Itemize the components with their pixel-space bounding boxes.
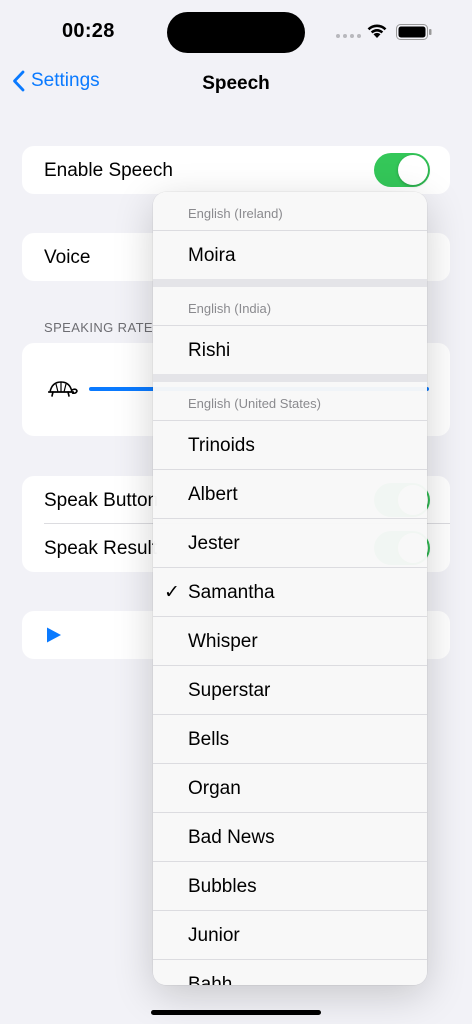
menu-group-separator: [153, 279, 427, 287]
menu-section-header: English (United States): [153, 382, 427, 421]
menu-item-bahh[interactable]: Bahh: [153, 960, 427, 985]
menu-group-separator: [153, 374, 427, 382]
enable-speech-row: Enable Speech: [22, 146, 450, 194]
cellular-signal-icon: [336, 34, 361, 38]
menu-section-header: English (India): [153, 287, 427, 326]
status-bar: 00:28: [0, 0, 472, 64]
speak-result-label: Speak Result: [44, 538, 158, 559]
enable-speech-label: Enable Speech: [44, 160, 173, 181]
menu-item-moira[interactable]: Moira: [153, 231, 427, 279]
menu-item-samantha[interactable]: ✓ Samantha: [153, 568, 427, 617]
menu-section-header: English (Ireland): [153, 192, 427, 231]
menu-item-organ[interactable]: Organ: [153, 764, 427, 813]
menu-item-rishi[interactable]: Rishi: [153, 326, 427, 374]
voice-label: Voice: [44, 247, 91, 268]
speak-button-label: Speak Button: [44, 490, 159, 511]
menu-item-junior[interactable]: Junior: [153, 911, 427, 960]
menu-item-jester[interactable]: Jester: [153, 519, 427, 568]
menu-item-bubbles[interactable]: Bubbles: [153, 862, 427, 911]
turtle-icon: [48, 381, 78, 397]
navigation-bar: Settings Speech: [0, 64, 472, 108]
enable-speech-toggle[interactable]: [374, 153, 430, 187]
play-icon: [47, 627, 61, 643]
status-time: 00:28: [62, 20, 115, 42]
menu-item-bad-news[interactable]: Bad News: [153, 813, 427, 862]
battery-icon: [396, 24, 432, 40]
menu-item-albert[interactable]: Albert: [153, 470, 427, 519]
menu-item-whisper[interactable]: Whisper: [153, 617, 427, 666]
menu-item-bells[interactable]: Bells: [153, 715, 427, 764]
menu-item-trinoids[interactable]: Trinoids: [153, 421, 427, 470]
speaking-rate-header: SPEAKING RATE: [44, 320, 153, 335]
home-indicator[interactable]: [151, 1010, 321, 1015]
menu-item-superstar[interactable]: Superstar: [153, 666, 427, 715]
voice-menu: English (Ireland) Moira English (India) …: [153, 192, 427, 985]
wifi-icon: [367, 24, 387, 38]
dynamic-island: [167, 12, 305, 53]
page-title: Speech: [202, 73, 270, 94]
checkmark-icon: ✓: [164, 582, 180, 603]
